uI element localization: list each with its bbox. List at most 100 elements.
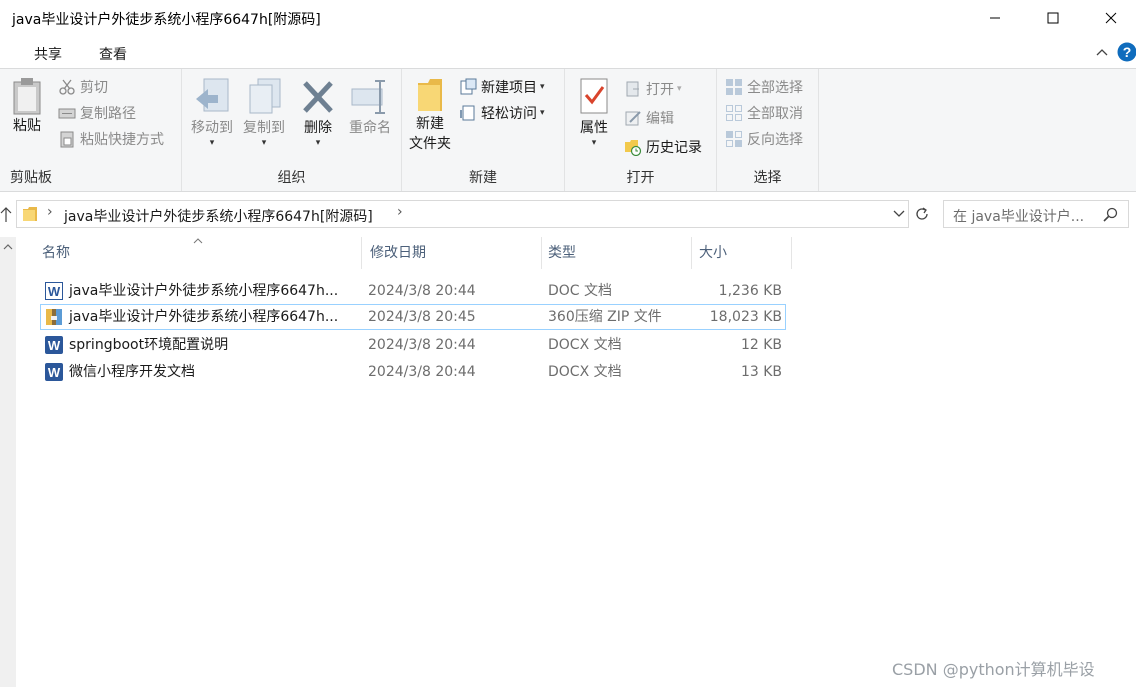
delete-x-icon (303, 81, 333, 113)
paste-shortcut-icon (60, 131, 74, 148)
tab-share[interactable]: 共享 (34, 44, 62, 64)
maximize-button[interactable] (1024, 0, 1082, 36)
file-row-selected[interactable]: java毕业设计户外徒步系统小程序6647h... 2024/3/8 20:45… (40, 304, 786, 330)
invert-selection-button[interactable]: 反向选择 (725, 127, 803, 151)
open-button[interactable]: 打开 ▾ (624, 77, 682, 101)
open-label: 打开 (646, 82, 674, 98)
file-modified: 2024/3/8 20:45 (368, 309, 476, 325)
clipboard-group-label: 剪贴板 (10, 170, 52, 186)
properties-button[interactable]: 属性 ▾ (573, 77, 615, 148)
ribbon-collapse-icon[interactable] (1095, 45, 1109, 59)
file-type: DOCX 文档 (548, 337, 622, 353)
up-arrow-icon (0, 207, 12, 222)
open-group-label: 打开 (626, 170, 655, 186)
file-size: 1,236 KB (718, 283, 782, 299)
new-folder-label-line1: 新建 (416, 116, 444, 132)
watermark: CSDN @python计算机毕设 (892, 660, 1095, 679)
easy-access-dropdown-icon: ▾ (540, 108, 545, 118)
properties-checkmark-icon (580, 78, 608, 114)
cut-label: 剪切 (80, 80, 108, 96)
address-bar[interactable]: › java毕业设计户外徒步系统小程序6647h[附源码] › (16, 200, 909, 228)
delete-button[interactable]: 删除 ▾ (296, 77, 340, 148)
rename-label: 重命名 (349, 120, 391, 136)
title-bar: java毕业设计户外徒步系统小程序6647h[附源码] (0, 0, 1136, 36)
new-folder-button[interactable]: 新建 文件夹 (406, 77, 454, 153)
svg-text:?: ? (1123, 44, 1132, 60)
address-dropdown-icon[interactable] (893, 209, 905, 219)
file-row[interactable]: W 微信小程序开发文档 2024/3/8 20:44 DOCX 文档 13 KB (40, 359, 786, 385)
word-docx-icon: W (45, 336, 63, 354)
svg-text:W: W (48, 284, 61, 299)
paste-button[interactable]: 粘贴 (4, 77, 50, 137)
minimize-button[interactable] (966, 0, 1024, 36)
refresh-button[interactable] (910, 200, 934, 228)
column-header-name[interactable]: 名称 (30, 237, 362, 269)
word-doc-icon: W (45, 282, 63, 300)
ribbon-tabs: 共享 查看 (0, 36, 1136, 68)
move-to-icon (196, 78, 229, 112)
new-item-dropdown-icon: ▾ (540, 82, 545, 92)
edit-button[interactable]: 编辑 (624, 106, 674, 130)
file-name: java毕业设计户外徒步系统小程序6647h... (69, 283, 339, 299)
delete-dropdown-icon: ▾ (315, 138, 321, 148)
breadcrumb-path[interactable]: java毕业设计户外徒步系统小程序6647h[附源码] (64, 206, 373, 226)
paste-label: 粘贴 (13, 118, 41, 134)
minimize-icon (990, 17, 1000, 19)
paste-shortcut-label: 粘贴快捷方式 (80, 132, 164, 148)
file-name: springboot环境配置说明 (69, 337, 229, 353)
easy-access-button[interactable]: 轻松访问 ▾ (459, 101, 545, 125)
copy-path-button[interactable]: 复制路径 (58, 101, 136, 125)
new-item-button[interactable]: 新建项目 ▾ (459, 75, 545, 99)
cut-button[interactable]: 剪切 (58, 75, 108, 99)
clipboard-paste-icon (13, 78, 41, 115)
file-type: DOCX 文档 (548, 364, 622, 380)
history-button[interactable]: 历史记录 (624, 135, 702, 159)
window-title: java毕业设计户外徒步系统小程序6647h[附源码] (12, 12, 321, 28)
easy-access-label: 轻松访问 (481, 106, 537, 122)
scissors-icon (59, 79, 75, 95)
file-size: 13 KB (740, 364, 782, 380)
breadcrumb-chevron-icon[interactable]: › (47, 204, 53, 220)
select-none-button[interactable]: 全部取消 (725, 101, 803, 125)
folder-icon (418, 79, 442, 111)
breadcrumb-chevron-end-icon[interactable]: › (397, 204, 403, 220)
history-label: 历史记录 (646, 140, 702, 156)
new-folder-label-line2: 文件夹 (409, 136, 451, 152)
search-placeholder: 在 java毕业设计户... (953, 209, 1085, 225)
file-modified: 2024/3/8 20:44 (368, 283, 476, 299)
tab-view[interactable]: 查看 (99, 44, 127, 64)
file-size: 12 KB (740, 337, 782, 353)
select-group-label: 选择 (753, 170, 782, 186)
file-row[interactable]: W java毕业设计户外徒步系统小程序6647h... 2024/3/8 20:… (40, 278, 786, 304)
svg-text:W: W (48, 365, 61, 380)
clipboard-group: 粘贴 剪切 复制路径 粘贴快捷方式 剪贴板 (0, 69, 182, 191)
search-icon[interactable] (1103, 207, 1118, 222)
search-box[interactable]: 在 java毕业设计户... (943, 200, 1129, 228)
paste-shortcut-button[interactable]: 粘贴快捷方式 (58, 127, 164, 151)
move-to-label: 移动到 (191, 120, 233, 136)
rename-button[interactable]: 重命名 (342, 77, 398, 139)
new-item-label: 新建项目 (481, 80, 537, 96)
file-row[interactable]: W springboot环境配置说明 2024/3/8 20:44 DOCX 文… (40, 332, 786, 358)
organize-group-label: 组织 (277, 170, 306, 186)
history-icon (625, 140, 642, 156)
help-icon[interactable]: ? (1117, 42, 1136, 62)
organize-group: 移动到 ▾ 复制到 ▾ 删除 ▾ 重命名 组织 (182, 69, 402, 191)
select-all-label: 全部选择 (747, 80, 803, 96)
close-button[interactable] (1082, 0, 1136, 36)
up-arrow-button[interactable] (0, 200, 14, 228)
ribbon: 粘贴 剪切 复制路径 粘贴快捷方式 剪贴板 移动到 ▾ 复制到 ▾ 删除 ▾ 重… (0, 68, 1136, 192)
column-header-size[interactable]: 大小 (692, 237, 792, 269)
new-item-icon (460, 78, 477, 95)
column-header-type[interactable]: 类型 (542, 237, 692, 269)
edit-pencil-icon (625, 111, 641, 126)
file-name: java毕业设计户外徒步系统小程序6647h... (69, 309, 339, 325)
move-to-button[interactable]: 移动到 ▾ (186, 77, 238, 148)
select-all-button[interactable]: 全部选择 (725, 75, 803, 99)
navigation-pane-scrollbar[interactable] (0, 237, 16, 687)
copy-to-button[interactable]: 复制到 ▾ (238, 77, 290, 148)
scroll-up-arrow-icon[interactable] (3, 243, 13, 251)
file-type: 360压缩 ZIP 文件 (548, 309, 662, 325)
column-header-modified[interactable]: 修改日期 (362, 237, 542, 269)
copy-to-dropdown-icon: ▾ (261, 138, 267, 148)
